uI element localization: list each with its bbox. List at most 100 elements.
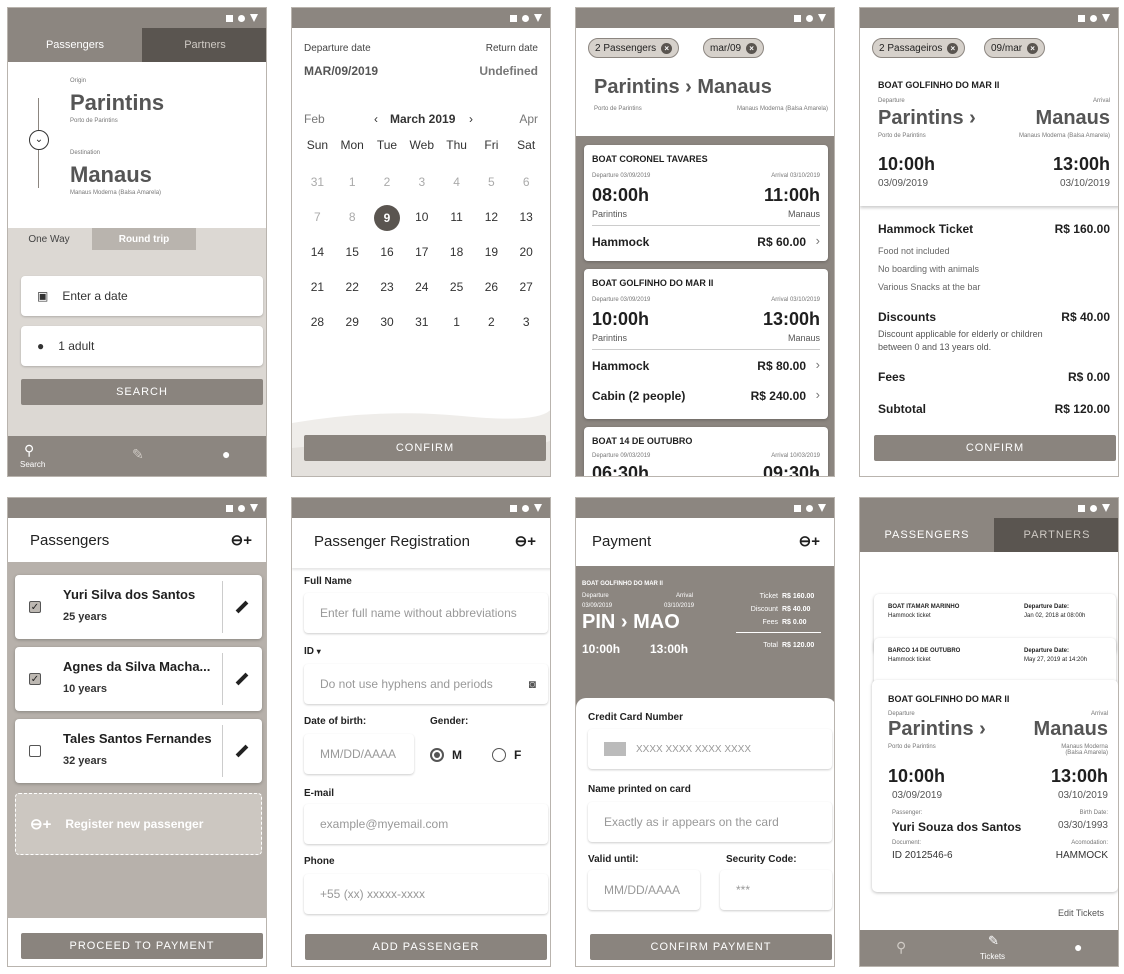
calendar-day[interactable]: 2: [474, 310, 509, 334]
ticket-card-expanded[interactable]: BOAT GOLFINHO DO MAR II Departure Arriva…: [872, 680, 1118, 892]
date-chip[interactable]: 09/mar ×: [984, 38, 1046, 58]
chevron-right-icon[interactable]: ›: [816, 233, 820, 248]
passenger-card[interactable]: Tales Santos Fernandes 32 years: [15, 719, 262, 783]
option-price[interactable]: R$ 60.00: [757, 235, 806, 249]
card-name-input[interactable]: Exactly as ir appears on the card: [588, 802, 832, 842]
calendar-day[interactable]: 11: [439, 205, 474, 229]
calendar-day[interactable]: 21: [300, 275, 335, 299]
prev-chevron-icon[interactable]: ‹: [374, 112, 378, 126]
confirm-button[interactable]: CONFIRM: [304, 435, 546, 461]
destination-city[interactable]: Manaus: [70, 162, 152, 188]
valid-until-input[interactable]: MM/DD/AAAA: [588, 870, 700, 910]
search-button[interactable]: SEARCH: [21, 379, 263, 405]
return-date-value[interactable]: Undefined: [479, 64, 538, 78]
calendar-day[interactable]: 19: [474, 240, 509, 264]
calendar-day[interactable]: 2: [370, 170, 405, 194]
card-number-input[interactable]: XXXX XXXX XXXX XXXX: [588, 729, 832, 769]
calendar-day[interactable]: 31: [404, 310, 439, 334]
tab-passengers[interactable]: PASSENGERS: [860, 518, 994, 552]
calendar-day[interactable]: 17: [404, 240, 439, 264]
tab-round-trip[interactable]: Round trip: [92, 228, 196, 250]
passenger-checkbox[interactable]: ✓: [29, 601, 41, 613]
search-icon[interactable]: ⚲: [24, 442, 34, 459]
gender-m-radio[interactable]: [430, 748, 444, 762]
selected-day[interactable]: 9: [373, 205, 400, 231]
calendar-day[interactable]: 25: [439, 275, 474, 299]
tab-partners[interactable]: Partners: [142, 28, 266, 62]
calendar-day[interactable]: 29: [335, 310, 370, 334]
calendar-day[interactable]: 27: [509, 275, 544, 299]
calendar-day[interactable]: 1: [439, 310, 474, 334]
calendar-day[interactable]: 10: [404, 205, 439, 229]
passengers-chip[interactable]: 2 Passengers ×: [588, 38, 680, 58]
edit-icon[interactable]: [235, 672, 249, 686]
close-icon[interactable]: ×: [1027, 42, 1039, 54]
passenger-card[interactable]: ✓ Yuri Silva dos Santos 25 years: [15, 575, 262, 639]
phone-input[interactable]: +55 (xx) xxxxx-xxxx: [304, 874, 548, 914]
gender-f-radio[interactable]: [492, 748, 506, 762]
calendar-day[interactable]: 1: [335, 170, 370, 194]
boat-card[interactable]: BOAT 14 DE OUTUBRO Departure 09/03/2019 …: [584, 427, 828, 476]
edit-tickets-link[interactable]: Edit Tickets: [1058, 908, 1104, 918]
next-month[interactable]: Apr: [519, 112, 538, 126]
calendar-day[interactable]: 9: [370, 205, 405, 231]
add-user-icon[interactable]: ⊖+: [515, 532, 536, 550]
calendar-day[interactable]: 7: [300, 205, 335, 229]
confirm-payment-button[interactable]: CONFIRM PAYMENT: [590, 934, 832, 960]
next-chevron-icon[interactable]: ›: [469, 112, 473, 126]
option-label[interactable]: Cabin (2 people): [592, 389, 685, 403]
tab-partners[interactable]: PARTNERS: [994, 518, 1118, 552]
passenger-card[interactable]: ✓ Agnes da Silva Macha... 10 years: [15, 647, 262, 711]
boat-card[interactable]: BOAT GOLFINHO DO MAR II Departure 03/09/…: [584, 269, 828, 419]
gender-m-label[interactable]: M: [452, 748, 462, 762]
add-user-icon[interactable]: ⊖+: [799, 532, 820, 550]
email-input[interactable]: example@myemail.com: [304, 804, 548, 844]
close-icon[interactable]: ×: [947, 42, 959, 54]
calendar-day[interactable]: 12: [474, 205, 509, 229]
ticket-icon[interactable]: ✎: [988, 933, 999, 949]
nav-tickets-label[interactable]: Tickets: [980, 952, 1005, 961]
edit-icon[interactable]: [235, 600, 249, 614]
chevron-right-icon[interactable]: ›: [816, 357, 820, 372]
calendar-day[interactable]: 5: [474, 170, 509, 194]
proceed-to-payment-button[interactable]: PROCEED TO PAYMENT: [21, 933, 263, 959]
gender-f-label[interactable]: F: [514, 748, 521, 762]
swap-chevron-icon[interactable]: ⌄: [29, 130, 49, 150]
camera-icon[interactable]: ◙: [529, 677, 536, 691]
calendar-day[interactable]: 22: [335, 275, 370, 299]
add-user-icon[interactable]: ⊖+: [231, 531, 252, 549]
boat-card[interactable]: BOAT CORONEL TAVARES Departure 03/09/201…: [584, 145, 828, 261]
date-chip[interactable]: mar/09 ×: [703, 38, 765, 58]
calendar-day[interactable]: 16: [370, 240, 405, 264]
passenger-checkbox[interactable]: ✓: [29, 673, 41, 685]
calendar-day[interactable]: 3: [509, 310, 544, 334]
calendar-day[interactable]: 18: [439, 240, 474, 264]
id-label[interactable]: ID ▾: [304, 646, 321, 657]
dob-input[interactable]: MM/DD/AAAA: [304, 734, 414, 774]
calendar-day[interactable]: 15: [335, 240, 370, 264]
calendar-day[interactable]: 8: [335, 205, 370, 229]
passengers-chip[interactable]: 2 Passageiros ×: [872, 38, 966, 58]
calendar-day[interactable]: 4: [439, 170, 474, 194]
chevron-right-icon[interactable]: ›: [816, 387, 820, 402]
add-passenger-button[interactable]: ADD PASSENGER: [305, 934, 547, 960]
prev-month[interactable]: Feb: [304, 112, 325, 126]
id-input[interactable]: Do not use hyphens and periods ◙: [304, 664, 548, 704]
profile-icon[interactable]: ●: [222, 446, 230, 462]
tab-one-way[interactable]: One Way: [8, 228, 90, 250]
calendar-day[interactable]: 23: [370, 275, 405, 299]
option-price[interactable]: R$ 240.00: [751, 389, 806, 403]
calendar-day[interactable]: 6: [509, 170, 544, 194]
ticket-icon[interactable]: ✎: [132, 446, 144, 463]
calendar-day[interactable]: 28: [300, 310, 335, 334]
origin-city[interactable]: Parintins: [70, 90, 164, 116]
search-icon[interactable]: ⚲: [896, 939, 906, 956]
calendar-day[interactable]: 13: [509, 205, 544, 229]
security-code-input[interactable]: ***: [720, 870, 832, 910]
fullname-input[interactable]: Enter full name without abbreviations: [304, 593, 548, 633]
calendar-day[interactable]: 26: [474, 275, 509, 299]
calendar-day[interactable]: 20: [509, 240, 544, 264]
register-passenger-button[interactable]: ⊖+ Register new passenger: [15, 793, 262, 855]
nav-search-label[interactable]: Search: [20, 460, 45, 469]
option-price[interactable]: R$ 80.00: [757, 359, 806, 373]
